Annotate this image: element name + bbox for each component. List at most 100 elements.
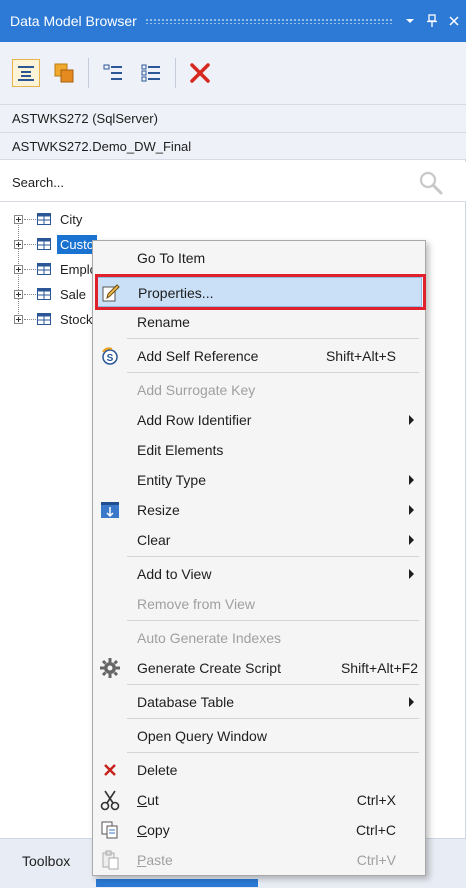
menu-separator	[127, 338, 419, 339]
titlebar-grip[interactable]	[144, 18, 392, 24]
tree-node-label: Custo	[57, 234, 97, 254]
menu-item-add-to-view[interactable]: Add to View	[96, 559, 422, 589]
menu-separator	[127, 684, 419, 685]
menu-item-add-row-identifier[interactable]: Add Row Identifier	[96, 405, 422, 435]
tree-node-city[interactable]: City	[14, 208, 85, 230]
tree-node-label: Stock	[60, 311, 93, 327]
database-label[interactable]: ASTWKS272.Demo_DW_Final	[0, 132, 466, 160]
entity-button[interactable]	[50, 59, 78, 87]
menu-item-auto-generate-indexes[interactable]: Auto Generate Indexes	[96, 623, 422, 653]
copy-icon	[99, 819, 121, 841]
search-box	[0, 162, 466, 202]
tree-branch-line	[24, 243, 36, 245]
menu-item-label: Paste	[137, 852, 173, 868]
expand-icon[interactable]	[14, 264, 23, 274]
menu-item-go-to-item[interactable]: Go To Item	[96, 243, 422, 273]
search-input[interactable]	[12, 170, 392, 194]
menu-item-label: Entity Type	[137, 472, 207, 488]
menu-item-label: Generate Create Script	[137, 660, 281, 676]
delete-icon	[99, 759, 121, 781]
tree-node-label: City	[60, 211, 83, 227]
table-icon	[37, 313, 51, 325]
menu-item-add-surrogate-key[interactable]: Add Surrogate Key	[96, 375, 422, 405]
menu-item-label: Resize	[137, 502, 180, 518]
dropdown-icon[interactable]	[400, 11, 420, 31]
menu-separator	[127, 556, 419, 557]
mnemonic-char: C	[137, 822, 148, 838]
tree-branch-line	[24, 268, 36, 270]
collapse-all-button[interactable]	[12, 59, 40, 87]
label-rest: ut	[147, 792, 159, 808]
svg-text:S: S	[107, 353, 114, 364]
menu-item-cut[interactable]: Cut Ctrl+X	[96, 785, 422, 815]
menu-item-label: Open Query Window	[137, 728, 267, 744]
menu-item-label: Edit Elements	[137, 442, 224, 458]
mnemonic-char: P	[137, 852, 147, 868]
menu-item-shortcut: Shift+Alt+F2	[340, 660, 418, 676]
menu-item-clear[interactable]: Clear	[96, 525, 422, 555]
resize-icon	[99, 499, 121, 521]
list-icon	[103, 64, 122, 80]
toolbar-separator	[175, 58, 176, 88]
tree-branch-line	[24, 293, 36, 295]
menu-item-label: Rename	[137, 314, 190, 330]
menu-item-rename[interactable]: Rename	[96, 307, 422, 337]
panel-titlebar: Data Model Browser	[0, 0, 466, 42]
menu-item-delete[interactable]: Delete	[96, 755, 422, 785]
toolbar	[0, 42, 466, 104]
details-view-button[interactable]	[137, 59, 165, 87]
menu-item-edit-elements[interactable]: Edit Elements	[96, 435, 422, 465]
toolbox-tab[interactable]: Toolbox	[22, 853, 70, 869]
pin-icon[interactable]	[422, 11, 442, 31]
search-icon[interactable]	[418, 170, 444, 196]
table-icon	[37, 238, 51, 250]
tree-node-customer[interactable]: Custo	[14, 233, 97, 255]
scissors-icon	[99, 789, 121, 811]
label-rest: aste	[146, 852, 173, 868]
menu-item-label: Add Surrogate Key	[137, 382, 256, 398]
label-rest: opy	[147, 822, 170, 838]
menu-item-label: Delete	[137, 762, 178, 778]
mnemonic-char: C	[137, 792, 148, 808]
tree-node-sale[interactable]: Sale	[14, 283, 89, 305]
expand-icon[interactable]	[14, 214, 23, 224]
table-icon	[37, 263, 51, 275]
menu-item-add-self-reference[interactable]: S Add Self Reference Shift+Alt+S	[96, 341, 422, 371]
menu-item-database-table[interactable]: Database Table	[96, 687, 422, 717]
menu-item-copy[interactable]: Copy Ctrl+C	[96, 815, 422, 845]
menu-item-shortcut: Ctrl+C	[355, 822, 396, 838]
submenu-arrow-icon	[409, 535, 414, 545]
entity-icon	[54, 63, 74, 83]
delete-toolbar-button[interactable]	[186, 59, 214, 87]
active-tab-indicator[interactable]	[96, 879, 258, 887]
menu-item-label: Add Self Reference	[137, 348, 259, 364]
submenu-arrow-icon	[409, 697, 414, 707]
menu-item-paste[interactable]: Paste Ctrl+V	[96, 845, 422, 875]
list-view-button[interactable]	[99, 59, 127, 87]
menu-item-shortcut: Shift+Alt+S	[325, 348, 396, 364]
tree-node-employee[interactable]: Emplo	[14, 258, 100, 280]
menu-item-remove-from-view[interactable]: Remove from View	[96, 589, 422, 619]
close-icon[interactable]	[444, 11, 464, 31]
self-reference-icon: S	[99, 345, 121, 367]
menu-item-label: Remove from View	[137, 596, 256, 612]
expand-icon[interactable]	[14, 314, 23, 324]
gear-icon	[99, 657, 121, 679]
menu-separator	[127, 752, 419, 753]
tree-node-stock[interactable]: Stock	[14, 308, 96, 330]
collapse-all-icon	[18, 66, 34, 81]
menu-item-entity-type[interactable]: Entity Type	[96, 465, 422, 495]
menu-item-generate-create-script[interactable]: Generate Create Script Shift+Alt+F2	[96, 653, 422, 683]
menu-item-label: Add Row Identifier	[137, 412, 252, 428]
menu-item-label: Auto Generate Indexes	[137, 630, 281, 646]
connection-label[interactable]: ASTWKS272 (SqlServer)	[0, 104, 466, 132]
menu-item-label: Clear	[137, 532, 171, 548]
menu-item-label: Cut	[137, 792, 159, 808]
expand-icon[interactable]	[14, 289, 23, 299]
menu-item-shortcut: Ctrl+X	[356, 792, 396, 808]
menu-item-resize[interactable]: Resize	[96, 495, 422, 525]
menu-item-open-query-window[interactable]: Open Query Window	[96, 721, 422, 751]
expand-icon[interactable]	[14, 239, 23, 249]
menu-item-label: Copy	[137, 822, 170, 838]
panel-title: Data Model Browser	[10, 13, 137, 29]
